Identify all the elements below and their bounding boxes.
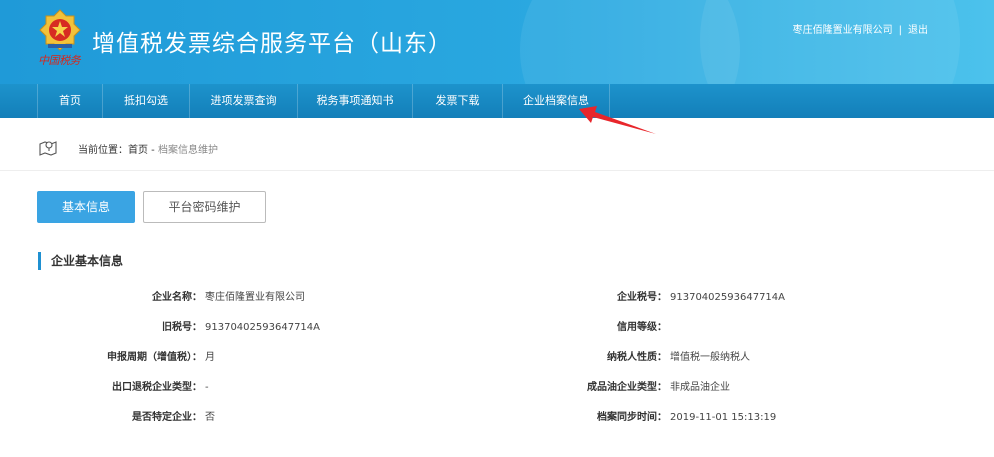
info-value: 91370402593647714A: [670, 292, 785, 303]
divider: [0, 170, 994, 171]
tax-emblem-icon: [39, 9, 81, 51]
info-row: 信用等级：: [0, 320, 900, 336]
nav-item-invoice-download[interactable]: 发票下载: [413, 84, 503, 118]
info-value: 2019-11-01 15:13:19: [670, 412, 777, 423]
nav-item-tax-notice[interactable]: 税务事项通知书: [298, 84, 413, 118]
section-title: 企业基本信息: [38, 252, 123, 270]
nav-item-input-invoice-query[interactable]: 进项发票查询: [190, 84, 298, 118]
nav-item-home[interactable]: 首页: [37, 84, 103, 118]
app-title: 增值税发票综合服务平台（山东）: [92, 31, 452, 57]
breadcrumb-current: 档案信息维护: [157, 145, 218, 156]
separator: |: [898, 25, 902, 36]
main-nav: 首页 抵扣勾选 进项发票查询 税务事项通知书 发票下载 企业档案信息: [0, 84, 994, 118]
info-value: 非成品油企业: [670, 382, 730, 393]
tab-password-maintenance[interactable]: 平台密码维护: [143, 191, 266, 223]
company-name: 枣庄佰隆置业有限公司: [792, 25, 893, 36]
user-area: 枣庄佰隆置业有限公司 | 退出: [793, 21, 928, 36]
info-row: 成品油企业类型： 非成品油企业: [0, 380, 900, 396]
tab-basic-info[interactable]: 基本信息: [37, 191, 135, 223]
map-location-icon: [39, 141, 57, 156]
info-value: 增值税一般纳税人: [670, 352, 750, 363]
nav-item-company-archive[interactable]: 企业档案信息: [503, 84, 610, 118]
header-decoration: [700, 0, 960, 84]
brand-script: 中国税务: [38, 54, 81, 67]
info-label: 成品油企业类型：: [587, 382, 667, 393]
info-row: 企业税号： 91370402593647714A: [0, 290, 900, 306]
app-header: 中国税务 增值税发票综合服务平台（山东） 枣庄佰隆置业有限公司 | 退出: [0, 0, 994, 84]
breadcrumb: 当前位置：首页 - 档案信息维护: [78, 141, 218, 156]
info-label: 纳税人性质：: [607, 352, 667, 363]
nav-item-deduction-select[interactable]: 抵扣勾选: [103, 84, 190, 118]
logout-link[interactable]: 退出: [908, 25, 928, 36]
info-row: 纳税人性质： 增值税一般纳税人: [0, 350, 900, 366]
info-label: 信用等级：: [617, 322, 667, 333]
info-label: 档案同步时间：: [597, 412, 667, 423]
breadcrumb-prefix: 当前位置：首页 -: [78, 145, 158, 156]
info-row: 档案同步时间： 2019-11-01 15:13:19: [0, 410, 900, 426]
info-label: 企业税号：: [617, 292, 667, 303]
